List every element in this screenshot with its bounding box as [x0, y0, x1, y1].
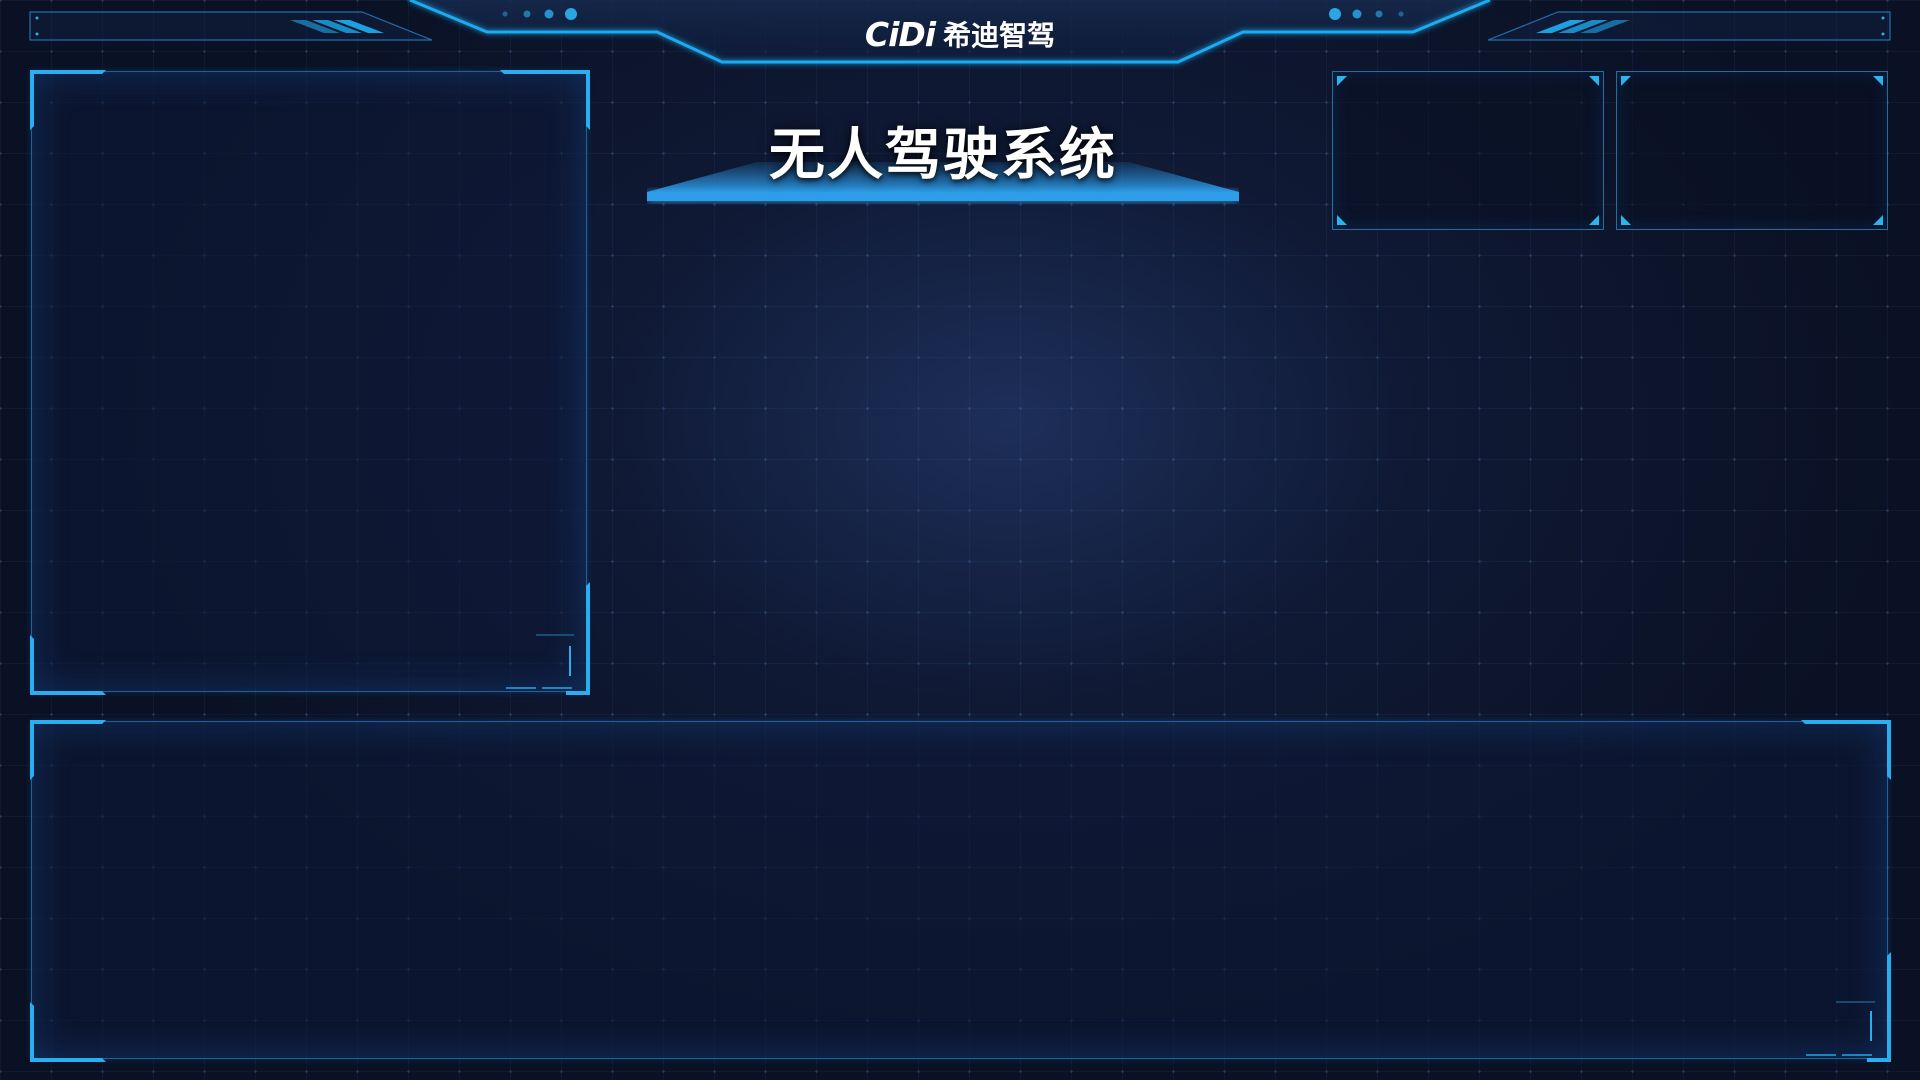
brand-logo: CiDi 希迪智驾 [840, 14, 1080, 54]
bottom-panel-frame [30, 720, 1891, 1062]
top-right-panel-1 [1332, 71, 1604, 230]
dashboard-screen: CiDi 希迪智驾 无人驾驶系统 [0, 0, 1920, 1080]
logo-mark-icon: CiDi [864, 14, 936, 54]
page-title: 无人驾驶系统 [769, 123, 1117, 188]
corner-bracket-icon [1337, 215, 1347, 225]
corner-bracket-icon [1589, 215, 1599, 225]
left-panel [30, 70, 590, 695]
corner-bracket-icon [1589, 76, 1599, 86]
corner-bracket-icon [1337, 76, 1347, 86]
corner-bracket-icon [1621, 76, 1631, 86]
bottom-panel [30, 720, 1891, 1062]
corner-bracket-icon [1873, 215, 1883, 225]
corner-bracket-icon [1873, 76, 1883, 86]
top-right-panel-2 [1616, 71, 1888, 230]
logo-text: 希迪智驾 [943, 19, 1056, 52]
page-title-block: 无人驾驶系统 [647, 100, 1239, 204]
corner-bracket-icon [1621, 215, 1631, 225]
left-panel-frame [30, 70, 590, 695]
